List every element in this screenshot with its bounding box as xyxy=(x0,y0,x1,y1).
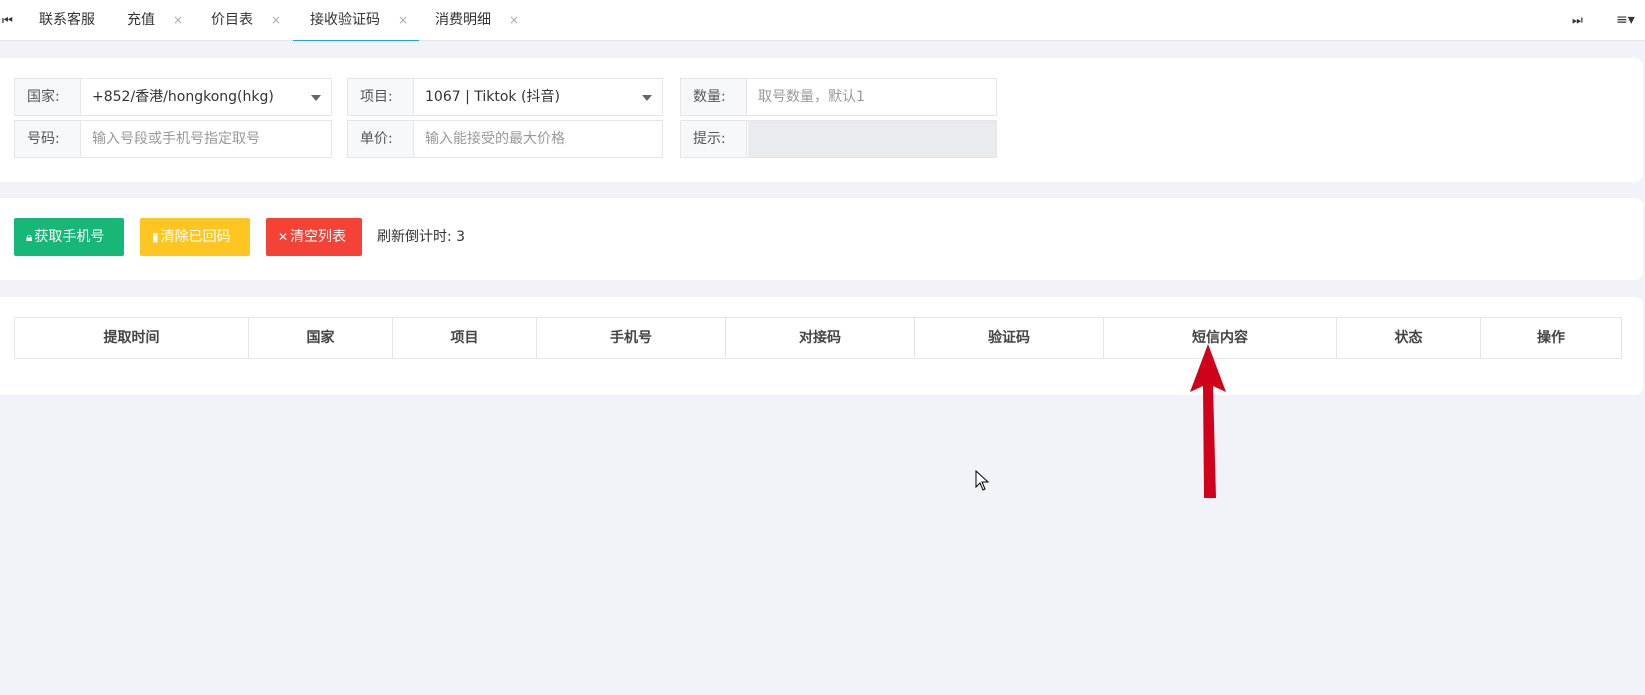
column-header-status[interactable]: 状态 xyxy=(1337,318,1481,358)
tab-recharge[interactable]: 充值 × xyxy=(127,0,187,41)
tab-label: 充值 xyxy=(127,12,155,28)
refresh-countdown: 刷新倒计时: 3 xyxy=(377,218,465,256)
clear-list-label: 清空列表 xyxy=(290,229,347,245)
clear-received-button[interactable]: ▮ 清除已回码 xyxy=(140,218,250,256)
quantity-label: 数量: xyxy=(681,79,747,115)
query-form-card: 国家: +852/香港/hongkong(hkg) 项目: 1067 | Tik… xyxy=(0,58,1643,182)
number-label: 号码: xyxy=(15,121,81,157)
hamburger-menu-icon[interactable]: ≡▾ xyxy=(1616,0,1635,40)
close-icon[interactable]: × xyxy=(509,0,519,40)
first-page-icon[interactable]: ⏮ xyxy=(2,0,13,40)
hint-group: 提示: xyxy=(680,120,997,158)
tab-contact-service[interactable]: 联系客服 xyxy=(39,0,119,41)
country-select[interactable]: 国家: +852/香港/hongkong(hkg) xyxy=(14,78,332,116)
chevron-down-icon xyxy=(311,95,321,101)
price-input[interactable] xyxy=(415,121,662,157)
tab-label: 接收验证码 xyxy=(310,12,380,28)
column-header-docking-code[interactable]: 对接码 xyxy=(726,318,915,358)
tab-label: 消费明细 xyxy=(435,12,491,28)
clear-received-label: 清除已回码 xyxy=(160,229,231,245)
project-label: 项目: xyxy=(348,79,414,115)
country-label: 国家: xyxy=(15,79,81,115)
clear-list-button[interactable]: ✕ 清空列表 xyxy=(266,218,362,256)
tab-consumption-details[interactable]: 消费明细 × xyxy=(435,0,525,41)
price-group: 单价: xyxy=(347,120,663,158)
quantity-input[interactable] xyxy=(748,79,996,115)
close-icon[interactable]: × xyxy=(173,0,183,40)
column-header-project[interactable]: 项目 xyxy=(393,318,537,358)
column-header-fetch-time[interactable]: 提取时间 xyxy=(15,318,249,358)
column-header-country[interactable]: 国家 xyxy=(249,318,393,358)
close-icon[interactable]: × xyxy=(271,0,281,40)
mouse-cursor-icon xyxy=(975,470,990,491)
project-value[interactable]: 1067 | Tiktok (抖音) xyxy=(415,79,662,115)
close-icon: ✕ xyxy=(278,230,289,244)
countdown-label: 刷新倒计时: xyxy=(377,229,452,245)
last-page-icon[interactable]: ⏭ xyxy=(1572,0,1583,40)
tab-label: 联系客服 xyxy=(39,12,95,28)
country-value[interactable]: +852/香港/hongkong(hkg) xyxy=(82,79,331,115)
chevron-down-icon xyxy=(642,95,652,101)
tab-price-list[interactable]: 价目表 × xyxy=(211,0,291,41)
column-header-actions[interactable]: 操作 xyxy=(1481,318,1621,358)
countdown-value: 3 xyxy=(456,229,466,245)
price-label: 单价: xyxy=(348,121,414,157)
get-phone-button[interactable]: 🔒︎ 获取手机号 xyxy=(14,218,124,256)
tab-receive-code[interactable]: 接收验证码 × xyxy=(293,0,419,41)
column-header-verification-code[interactable]: 验证码 xyxy=(915,318,1104,358)
lock-icon: 🔒︎ xyxy=(26,230,33,244)
project-select[interactable]: 项目: 1067 | Tiktok (抖音) xyxy=(347,78,663,116)
file-icon: ▮ xyxy=(152,230,159,244)
number-group: 号码: xyxy=(14,120,332,158)
get-phone-label: 获取手机号 xyxy=(34,229,105,245)
column-header-phone[interactable]: 手机号 xyxy=(537,318,726,358)
close-icon[interactable]: × xyxy=(398,0,408,40)
results-table: 提取时间 国家 项目 手机号 对接码 验证码 短信内容 状态 操作 xyxy=(14,317,1622,359)
red-arrow-annotation xyxy=(1190,344,1226,498)
number-input[interactable] xyxy=(82,121,331,157)
quantity-group: 数量: xyxy=(680,78,997,116)
hint-field xyxy=(748,121,996,157)
tab-label: 价目表 xyxy=(211,12,253,28)
hint-label: 提示: xyxy=(681,121,747,157)
tab-bar: ⏮ 联系客服 充值 × 价目表 × 接收验证码 × 消费明细 × ⏭ ≡▾ xyxy=(0,0,1645,41)
